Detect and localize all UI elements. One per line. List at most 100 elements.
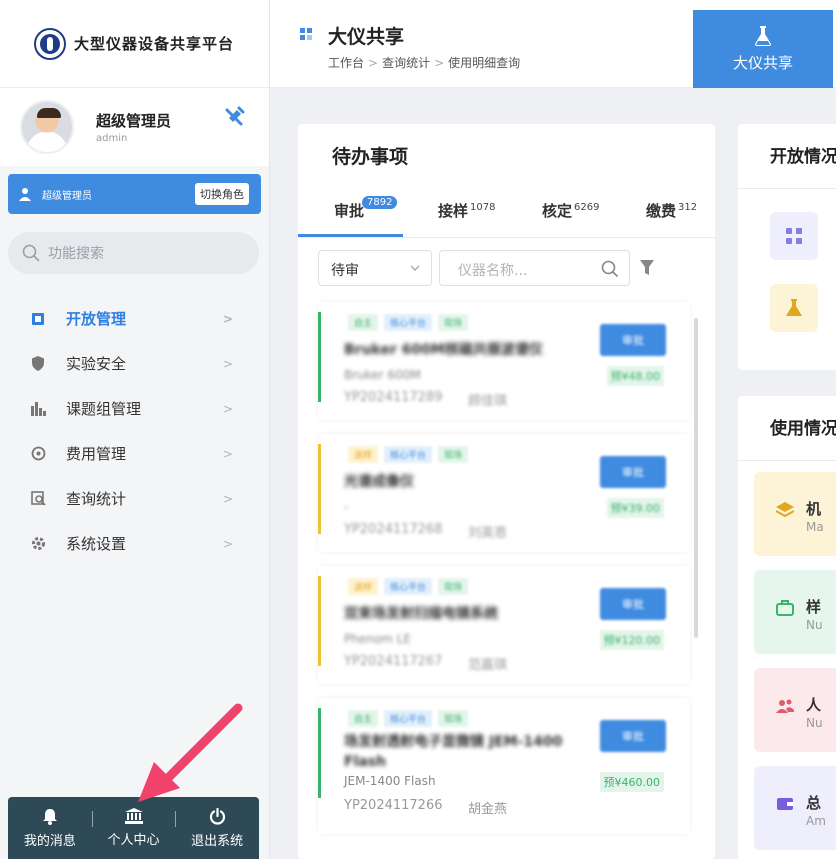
approve-button[interactable]: 审批	[600, 456, 666, 488]
app-title: 大型仪器设备共享平台	[74, 35, 235, 53]
tag: 现场	[438, 314, 469, 331]
breadcrumb-item[interactable]: 查询统计	[382, 56, 430, 70]
instrument-name: 场发射透射电子显微镜 JEM-1400 Flash	[344, 734, 563, 770]
logo-area[interactable]: 大型仪器设备共享平台	[0, 0, 269, 88]
status-select[interactable]: 待审	[318, 250, 432, 286]
people-icon	[776, 699, 794, 713]
applicant-name: 顾佳琪	[468, 394, 508, 409]
tab-payment[interactable]: 缴费 312	[646, 200, 697, 221]
current-role: 超级管理员	[42, 190, 92, 202]
chevron-right-icon: >	[222, 537, 233, 551]
chevron-right-icon: >	[222, 492, 233, 506]
switch-role-button[interactable]: 切换角色	[195, 183, 249, 205]
bell-icon	[42, 808, 57, 825]
sidebar-item-open-management[interactable]: 开放管理 >	[0, 296, 269, 341]
list-item[interactable]: 自主 核心平台 现场 Bruker 600M核磁共振波谱仪 Bruker 600M …	[318, 302, 690, 420]
stat-card-machine-hours[interactable]: 机 Ma	[754, 472, 836, 556]
tab-verify[interactable]: 核定 6269	[542, 200, 599, 221]
shield-icon	[30, 356, 46, 372]
todo-scrollbar[interactable]	[694, 318, 698, 638]
role-bar: 超级管理员 切换角色	[8, 174, 261, 214]
breadcrumb-item: 使用明细查询	[448, 56, 521, 70]
approve-button[interactable]: 审批	[600, 324, 666, 356]
order-code: YP2024117268	[344, 522, 443, 537]
sidebar-item-research-group[interactable]: 课题组管理 >	[0, 386, 269, 431]
stat-card-samples[interactable]: 样 Nu	[754, 570, 836, 654]
group-icon	[30, 401, 46, 417]
list-item[interactable]: 送样 核心平台 现场 双束场发射扫描电镜系统 Phenom LE YP2024117…	[318, 566, 690, 684]
stat-title: 机	[806, 500, 822, 518]
sidebar-item-label: 课题组管理	[66, 400, 142, 418]
open-mgmt-icon	[30, 311, 46, 327]
sidebar-item-query-stats[interactable]: 查询统计 >	[0, 476, 269, 521]
instrument-model: -	[344, 500, 349, 514]
instrument-name: 双束场发射扫描电镜系统	[344, 606, 498, 622]
sidebar-item-label: 查询统计	[66, 490, 127, 508]
fee-icon	[30, 446, 46, 462]
grid-apps-icon[interactable]	[770, 212, 818, 260]
logout-button[interactable]: 退出系统	[175, 797, 259, 859]
layers-icon	[776, 502, 794, 518]
list-item[interactable]: 送样 核心平台 现场 光谱成像仪 - YP2024117268 刘英恩 审批 预¥3…	[318, 434, 690, 552]
chevron-right-icon: >	[222, 357, 233, 371]
sidebar-bottom-bar: 我的消息 个人中心 退出系统	[8, 797, 259, 859]
tab-approve[interactable]: 审批 7892	[334, 196, 398, 221]
applicant-name: 范嘉琪	[468, 658, 508, 673]
list-item[interactable]: 自主 核心平台 现场 场发射透射电子显微镜 JEM-1400 Flash JEM-1…	[318, 698, 690, 834]
sidebar-item-fee-management[interactable]: 费用管理 >	[0, 431, 269, 476]
stat-sub: Nu	[806, 618, 823, 632]
flask-icon[interactable]	[770, 284, 818, 332]
tab-count: 6269	[574, 202, 600, 213]
tag: 核心平台	[384, 314, 433, 331]
tab-count: 1078	[470, 202, 496, 213]
personal-center-button[interactable]: 个人中心	[91, 797, 176, 859]
sidebar-item-label: 开放管理	[66, 310, 127, 328]
top-tab-instrument-sharing[interactable]: 大仪共享	[693, 10, 833, 88]
tab-label: 接样	[438, 202, 469, 220]
stat-sub: Nu	[806, 716, 823, 730]
instrument-model: Phenom LE	[344, 632, 411, 646]
user-card: 超级管理员 admin	[0, 88, 269, 166]
order-code: YP2024117267	[344, 654, 443, 669]
sidebar-item-label: 实验安全	[66, 355, 127, 373]
order-code: YP2024117289	[344, 390, 443, 405]
status-stripe	[318, 444, 321, 534]
logout-label: 退出系统	[191, 833, 244, 849]
approve-button[interactable]: 审批	[600, 720, 666, 752]
stat-card-people[interactable]: 人 Nu	[754, 668, 836, 752]
sidebar: 大型仪器设备共享平台 超级管理员 admin 超级管理员 切换角色 功能搜索 开…	[0, 0, 270, 859]
stat-card-total-amount[interactable]: 总 Am	[754, 766, 836, 850]
sidebar-item-label: 系统设置	[66, 535, 127, 553]
pin-icon[interactable]	[223, 106, 245, 128]
search-icon[interactable]	[601, 260, 619, 278]
chevron-right-icon: >	[222, 447, 233, 461]
bag-icon	[776, 600, 794, 616]
status-stripe	[318, 576, 321, 666]
my-messages-label: 我的消息	[23, 833, 76, 849]
sidebar-item-lab-safety[interactable]: 实验安全 >	[0, 341, 269, 386]
avatar[interactable]	[20, 100, 74, 154]
sidebar-item-system-settings[interactable]: 系统设置 >	[0, 521, 269, 566]
search-icon	[22, 244, 40, 262]
function-search-input[interactable]: 功能搜索	[8, 232, 259, 274]
order-code: YP2024117266	[344, 798, 443, 813]
tag: 现场	[438, 446, 469, 463]
tag: 核心平台	[384, 446, 433, 463]
tag: 自主	[348, 710, 379, 727]
amount-badge: 预¥120.00	[599, 630, 664, 650]
tag: 送样	[348, 578, 379, 595]
filter-row: 待审 仪器名称...	[318, 250, 698, 290]
grid-icon	[300, 28, 312, 40]
status-select-value: 待审	[331, 263, 359, 279]
approve-button[interactable]: 审批	[600, 588, 666, 620]
my-messages-button[interactable]: 我的消息	[8, 797, 92, 859]
tag: 现场	[438, 578, 469, 595]
sidebar-item-label: 费用管理	[66, 445, 127, 463]
breadcrumb-item[interactable]: 工作台	[328, 56, 364, 70]
stat-title: 总	[806, 794, 822, 812]
tab-receive-sample[interactable]: 接样 1078	[438, 200, 495, 221]
instrument-name-input[interactable]: 仪器名称...	[439, 250, 630, 286]
stat-sub: Am	[806, 814, 826, 828]
top-header: 大仪共享 工作台 > 查询统计 > 使用明细查询 大仪共享	[270, 0, 836, 88]
filter-icon[interactable]	[640, 260, 654, 276]
